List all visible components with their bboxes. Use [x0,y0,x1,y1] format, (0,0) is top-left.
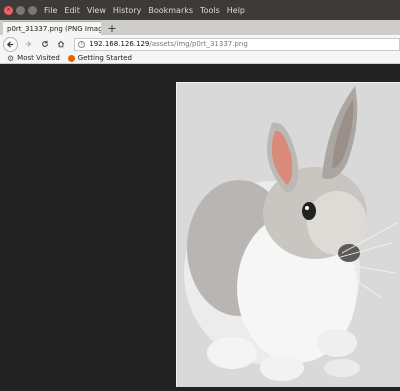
bookmark-most-visited[interactable]: ⚙ Most Visited [7,54,60,63]
info-icon[interactable]: i [78,40,86,48]
tab-active[interactable]: p0rt_31337.png (PNG Imagé × [3,21,101,35]
minimize-window-icon[interactable] [16,5,25,15]
url-host: 192.168.126.129 [89,40,150,48]
gear-icon: ⚙ [7,53,15,63]
window-controls: × [4,5,37,15]
menu-bar: × File Edit View History Bookmarks Tools… [0,0,400,20]
bookmarks-bar: ⚙ Most Visited Getting Started [0,53,400,64]
tab-title: p0rt_31337.png (PNG Imagé [7,24,101,33]
new-tab-button[interactable]: + [105,21,119,35]
close-window-icon[interactable]: × [4,5,13,15]
menu-edit[interactable]: Edit [64,6,80,15]
back-arrow-icon[interactable] [3,36,18,52]
menu-history[interactable]: History [113,6,141,15]
bookmark-getting-started[interactable]: Getting Started [67,54,132,62]
firefox-icon [67,54,75,62]
bookmark-label: Getting Started [77,54,132,62]
forward-arrow-icon[interactable] [21,37,35,51]
displayed-image[interactable] [176,82,400,387]
navigation-bar: i 192.168.126.129 /assets/img/p0rt_31337… [0,35,400,53]
menu-view[interactable]: View [87,6,106,15]
menu-file[interactable]: File [44,6,57,15]
menu-bookmarks[interactable]: Bookmarks [148,6,193,15]
tab-strip: p0rt_31337.png (PNG Imagé × + [0,20,400,35]
maximize-window-icon[interactable] [28,5,37,15]
url-path: /assets/img/p0rt_31337.png [149,40,248,48]
menu-help[interactable]: Help [227,6,245,15]
page-content [0,64,400,391]
url-bar[interactable]: i 192.168.126.129 /assets/img/p0rt_31337… [74,37,400,51]
bookmark-label: Most Visited [17,54,60,62]
rabbit-photo [177,83,400,387]
home-icon[interactable] [54,37,68,51]
reload-icon[interactable] [38,37,52,51]
menu-tools[interactable]: Tools [200,6,220,15]
